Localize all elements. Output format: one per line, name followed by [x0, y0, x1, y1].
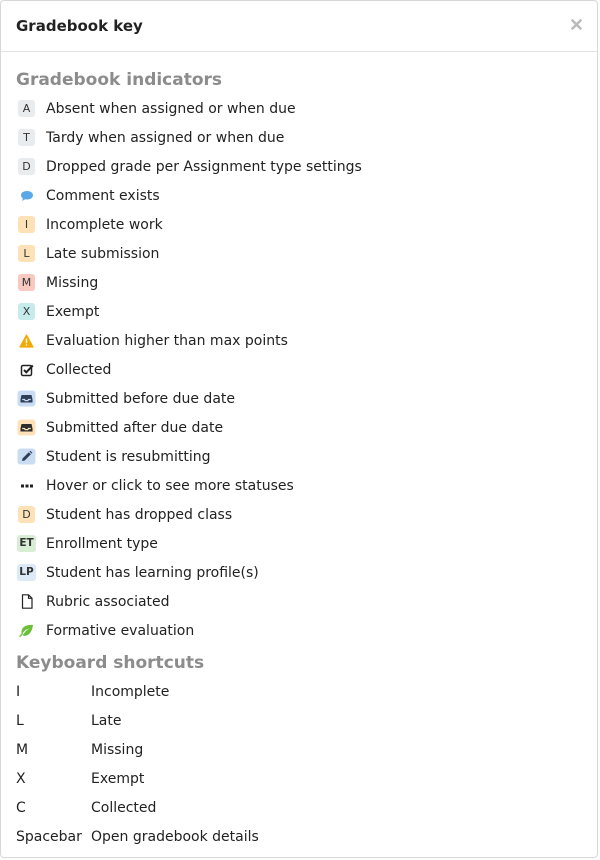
- indicator-row: D Student has dropped class: [16, 500, 582, 529]
- indicator-label: Incomplete work: [46, 216, 163, 233]
- indicator-icon: T: [16, 129, 37, 147]
- indicator-label: Student has learning profile(s): [46, 564, 259, 581]
- indicator-row: Formative evaluation: [16, 616, 582, 645]
- indicator-row: L Late submission: [16, 239, 582, 268]
- indicators-title: Gradebook indicators: [16, 70, 223, 90]
- modal-header: Gradebook key: [1, 1, 597, 52]
- inbox-orange-icon: [16, 419, 37, 437]
- indicator-icon: D: [16, 506, 37, 524]
- missing-badge: M: [18, 274, 35, 291]
- indicator-row: Rubric associated: [16, 587, 582, 616]
- indicator-row: X Exempt: [16, 297, 582, 326]
- exempt-badge: X: [18, 303, 35, 320]
- indicator-row: Evaluation higher than max points: [16, 326, 582, 355]
- indicator-icon: I: [16, 216, 37, 234]
- shortcut-key: Spacebar: [16, 828, 82, 845]
- indicator-icon: ET: [16, 535, 37, 553]
- dropped-grade-badge: D: [18, 158, 35, 175]
- ellipsis-icon: [16, 477, 37, 495]
- indicator-icon: L: [16, 245, 37, 263]
- shortcut-description: Late: [91, 712, 122, 729]
- indicator-row: Comment exists: [16, 181, 582, 210]
- indicator-row: LP Student has learning profile(s): [16, 558, 582, 587]
- indicator-icon: X: [16, 303, 37, 321]
- gradebook-key-modal: Gradebook key Gradebook indicators A Abse…: [0, 0, 598, 858]
- shortcut-row: M Missing: [16, 735, 582, 764]
- shortcut-row: I Incomplete: [16, 677, 582, 706]
- shortcut-key: C: [16, 799, 26, 816]
- shortcut-row: L Late: [16, 706, 582, 735]
- document-icon: [16, 593, 37, 611]
- modal-title: Gradebook key: [16, 17, 143, 35]
- shortcut-description: Exempt: [91, 770, 145, 787]
- shortcuts-title: Keyboard shortcuts: [16, 653, 205, 673]
- indicator-label: Tardy when assigned or when due: [46, 129, 285, 146]
- indicator-icon: A: [16, 100, 37, 118]
- indicator-label: Comment exists: [46, 187, 160, 204]
- indicator-label: Student has dropped class: [46, 506, 233, 523]
- indicator-row: Submitted before due date: [16, 384, 582, 413]
- close-button[interactable]: [569, 17, 583, 31]
- shortcut-row: Spacebar Open gradebook details: [16, 822, 582, 851]
- indicator-label: Late submission: [46, 245, 160, 262]
- indicator-row: A Absent when assigned or when due: [16, 94, 582, 123]
- late-badge: L: [18, 245, 35, 262]
- indicator-row: I Incomplete work: [16, 210, 582, 239]
- indicator-icon: LP: [16, 564, 37, 582]
- indicator-row: Submitted after due date: [16, 413, 582, 442]
- indicator-row: ET Enrollment type: [16, 529, 582, 558]
- shortcut-key: M: [16, 741, 29, 758]
- indicator-label: Submitted before due date: [46, 390, 235, 407]
- indicator-row: T Tardy when assigned or when due: [16, 123, 582, 152]
- indicator-label: Rubric associated: [46, 593, 170, 610]
- indicator-row: Collected: [16, 355, 582, 384]
- inbox-blue-icon: [16, 390, 37, 408]
- indicator-label: Evaluation higher than max points: [46, 332, 288, 349]
- indicator-row: Student is resubmitting: [16, 442, 582, 471]
- indicators-list: A Absent when assigned or when due T Tardy …: [16, 94, 582, 645]
- leaf-icon: [16, 622, 37, 640]
- pencil-icon: [16, 448, 37, 466]
- shortcuts-list: I Incomplete L Late M Missing X Exempt C Collecte…: [16, 677, 582, 851]
- indicator-label: Student is resubmitting: [46, 448, 211, 465]
- indicator-label: Enrollment type: [46, 535, 158, 552]
- indicator-icon: M: [16, 274, 37, 292]
- indicator-label: Missing: [46, 274, 99, 291]
- shortcut-row: C Collected: [16, 793, 582, 822]
- indicator-icon: D: [16, 158, 37, 176]
- indicator-label: Formative evaluation: [46, 622, 195, 639]
- checkbox-icon: [16, 361, 37, 379]
- enrollment-type-badge: ET: [17, 535, 36, 552]
- indicator-label: Absent when assigned or when due: [46, 100, 296, 117]
- indicator-row: Hover or click to see more statuses: [16, 471, 582, 500]
- shortcut-description: Missing: [91, 741, 144, 758]
- dropped-class-badge: D: [18, 506, 35, 523]
- shortcut-key: I: [16, 683, 21, 700]
- shortcut-key: L: [16, 712, 24, 729]
- shortcut-row: X Exempt: [16, 764, 582, 793]
- tardy-badge: T: [18, 129, 35, 146]
- shortcut-description: Collected: [91, 799, 157, 816]
- indicator-label: Hover or click to see more statuses: [46, 477, 294, 494]
- indicator-label: Submitted after due date: [46, 419, 224, 436]
- learning-profile-badge: LP: [17, 564, 36, 581]
- indicator-row: D Dropped grade per Assignment type setti…: [16, 152, 582, 181]
- indicator-label: Collected: [46, 361, 112, 378]
- incomplete-badge: I: [18, 216, 35, 233]
- close-icon: [570, 18, 582, 30]
- indicator-row: M Missing: [16, 268, 582, 297]
- comment-icon: [16, 187, 37, 205]
- indicator-label: Exempt: [46, 303, 100, 320]
- absent-badge: A: [18, 100, 35, 117]
- indicator-label: Dropped grade per Assignment type settin…: [46, 158, 362, 175]
- shortcut-key: X: [16, 770, 26, 787]
- shortcut-description: Incomplete: [91, 683, 170, 700]
- shortcut-description: Open gradebook details: [91, 828, 259, 845]
- warning-icon: [16, 332, 37, 350]
